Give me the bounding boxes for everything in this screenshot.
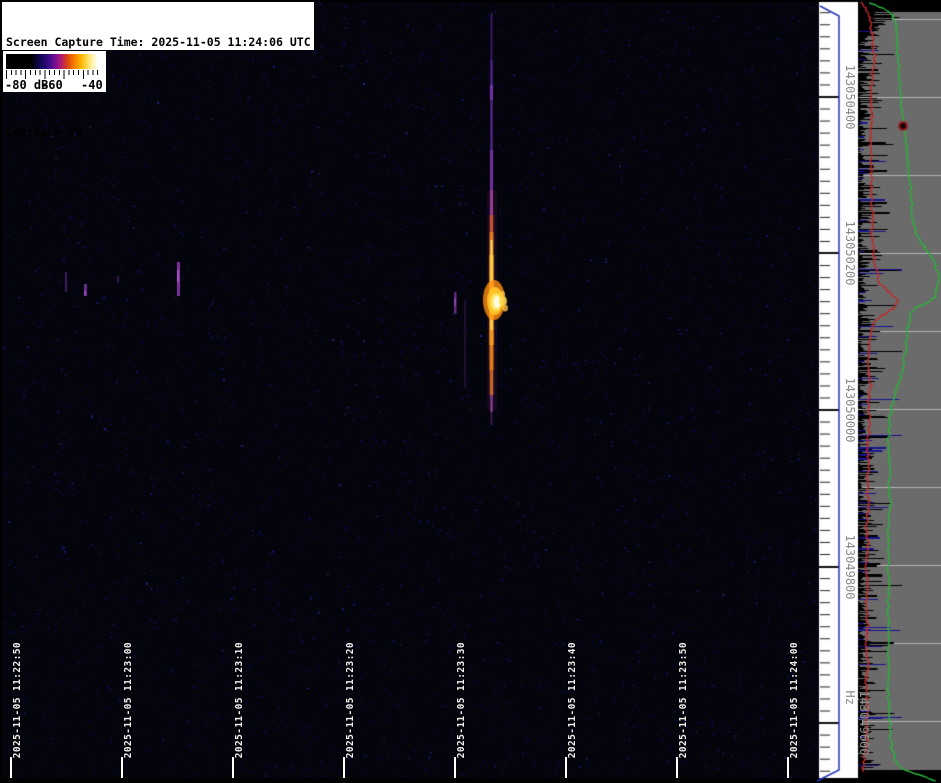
time-tick: [676, 757, 678, 778]
frequency-tick-label: 143050200: [843, 220, 857, 286]
time-tick: [232, 757, 234, 778]
time-tick-label: 2025-11-05 11:24:00: [789, 641, 800, 758]
time-tick-label: 2025-11-05 11:23:00: [123, 641, 134, 758]
frequency-tick-label: 143049800: [843, 534, 857, 600]
time-tick-label: 2025-11-05 11:23:30: [456, 641, 467, 758]
frequency-tick-label: 143050000: [843, 377, 857, 443]
time-tick: [343, 757, 345, 778]
time-tick: [787, 757, 789, 778]
time-tick: [454, 757, 456, 778]
colorbar-tick-label: -60: [41, 78, 63, 92]
time-tick-label: 2025-11-05 11:23:50: [678, 641, 689, 758]
time-tick: [121, 757, 123, 778]
time-tick-label: 2025-11-05 11:23:10: [234, 641, 245, 758]
frequency-tick-label: 143050400: [843, 64, 857, 130]
time-tick-label: 2025-11-05 11:22:50: [12, 641, 23, 758]
spectrogram-app: Screen Capture Time: 2025-11-05 11:24:06…: [0, 0, 941, 783]
info-box: Screen Capture Time: 2025-11-05 11:24:06…: [2, 2, 314, 139]
time-tick: [565, 757, 567, 778]
time-tick-label: 2025-11-05 11:23:20: [345, 641, 356, 758]
capture-time-text: Screen Capture Time: 2025-11-05 11:24:06…: [6, 35, 311, 49]
time-tick: [10, 757, 12, 778]
colorbar-gradient: [6, 54, 102, 69]
colorbar: -80 dB -60 -40: [3, 51, 106, 92]
frequency-tick-label: 143049600 Hz: [843, 690, 871, 756]
config-text: Config = V8: [6, 125, 83, 139]
colorbar-tick-label: -40: [81, 78, 103, 92]
time-tick-label: 2025-11-05 11:23:40: [567, 641, 578, 758]
